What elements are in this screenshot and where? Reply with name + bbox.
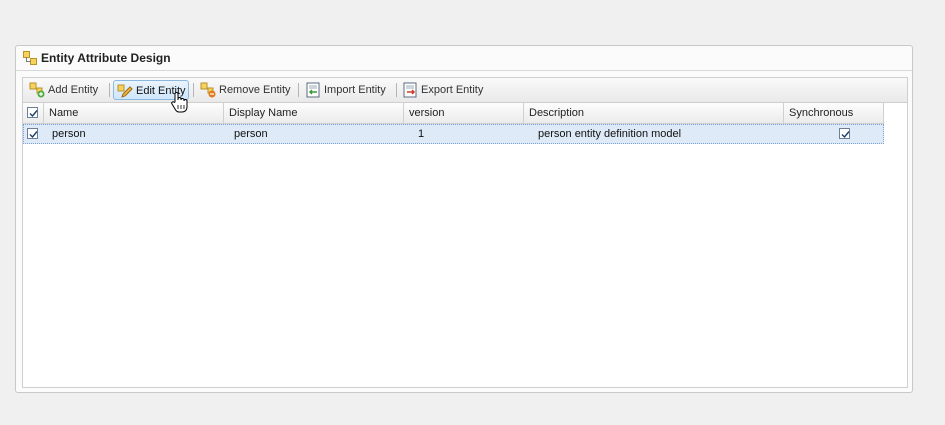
panel-title: Entity Attribute Design (41, 51, 171, 65)
toolbar-separator (193, 83, 194, 97)
export-entity-label: Export Entity (421, 84, 484, 96)
cell-description: person entity definition model (538, 128, 682, 140)
checkmark-icon (29, 131, 38, 139)
add-entity-button[interactable]: Add Entity (26, 80, 106, 100)
import-icon (306, 82, 320, 98)
cell-name: person (52, 128, 86, 140)
checkmark-icon (841, 131, 850, 139)
export-entity-button[interactable]: Export Entity (399, 80, 489, 100)
toolbar-separator (109, 83, 110, 97)
column-header-synchronous[interactable]: Synchronous (784, 103, 884, 123)
cell-display-name: person (234, 128, 268, 140)
remove-entity-icon (200, 82, 216, 98)
panel-header: Entity Attribute Design (16, 46, 912, 71)
select-all-column (23, 103, 44, 123)
edit-pencil-icon (117, 84, 133, 98)
import-entity-button[interactable]: Import Entity (302, 80, 392, 100)
column-header-display-name[interactable]: Display Name (224, 103, 404, 123)
export-icon (403, 82, 417, 98)
toolbar: Add Entity Edit Entity Remove Entity Imp… (22, 77, 908, 103)
toolbar-separator (396, 83, 397, 97)
checkmark-icon (29, 110, 38, 118)
import-entity-label: Import Entity (324, 84, 386, 96)
entity-grid: Name Display Name version Description Sy… (22, 103, 908, 388)
toolbar-separator (298, 83, 299, 97)
cell-version: 1 (418, 128, 425, 140)
row-select-checkbox[interactable] (27, 128, 38, 139)
select-all-checkbox[interactable] (27, 107, 38, 118)
table-row[interactable]: person person 1 person entity definition… (23, 124, 884, 144)
column-header-version[interactable]: version (404, 103, 524, 123)
column-header-name[interactable]: Name (44, 103, 224, 123)
entity-blocks-icon (23, 51, 37, 65)
remove-entity-button[interactable]: Remove Entity (197, 80, 294, 100)
hand-pointer-icon (171, 92, 188, 113)
add-entity-icon (29, 82, 45, 98)
synchronous-checkbox[interactable] (839, 128, 850, 139)
remove-entity-label: Remove Entity (219, 84, 291, 96)
grid-header: Name Display Name version Description Sy… (23, 103, 884, 124)
column-header-description[interactable]: Description (524, 103, 784, 123)
entity-attribute-panel: Entity Attribute Design Add Entity Edit … (15, 45, 913, 393)
add-entity-label: Add Entity (48, 84, 99, 96)
